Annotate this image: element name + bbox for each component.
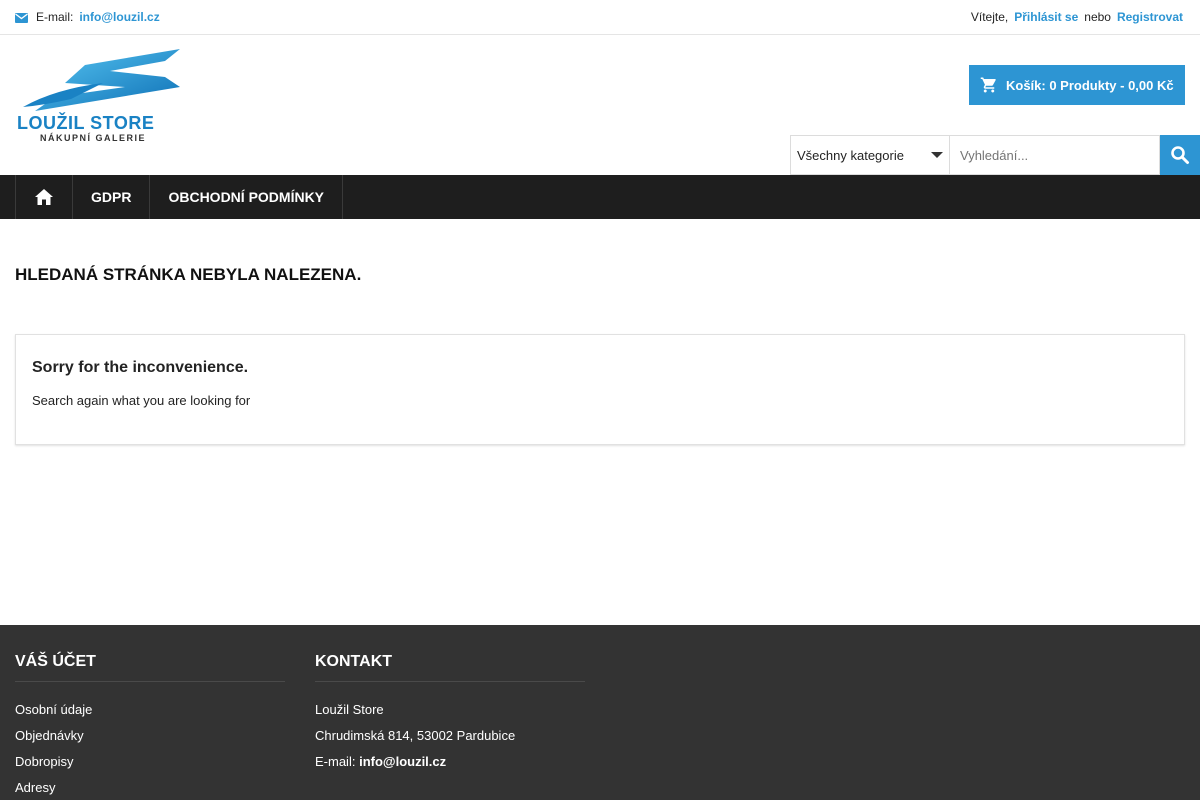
- footer-link-credit-slips[interactable]: Dobropisy: [15, 754, 285, 780]
- email-label: E-mail:: [36, 10, 74, 24]
- cart-icon: [980, 76, 998, 94]
- footer-address: Chrudimská 814, 53002 Pardubice: [315, 728, 516, 743]
- envelope-icon: [15, 12, 28, 23]
- register-link[interactable]: Registrovat: [1117, 10, 1183, 24]
- nav-home[interactable]: [15, 175, 73, 219]
- footer-account-title: VÁŠ ÚČET: [15, 653, 285, 682]
- logo-mark: [23, 49, 180, 111]
- page-title: HLEDANÁ STRÁNKA NEBYLA NALEZENA.: [15, 265, 362, 284]
- cart-button[interactable]: Košík: 0 Produkty - 0,00 Kč: [969, 65, 1185, 105]
- apology-heading: Sorry for the inconvenience.: [32, 359, 249, 376]
- main-nav: GDPR OBCHODNÍ PODMÍNKY: [0, 175, 1200, 219]
- footer-link-personal[interactable]: Osobní údaje: [15, 702, 285, 728]
- footer-account: VÁŠ ÚČET Osobní údaje Objednávky Dobropi…: [15, 653, 285, 800]
- category-select[interactable]: Všechny kategorie: [790, 135, 950, 175]
- top-bar: E-mail: info@louzil.cz Vítejte, Přihlási…: [0, 0, 1200, 35]
- footer-link-addresses[interactable]: Adresy: [15, 780, 285, 800]
- nav-item-terms[interactable]: OBCHODNÍ PODMÍNKY: [150, 175, 344, 219]
- footer-email-label: E-mail:: [315, 754, 356, 769]
- footer-email-row: E-mail: info@louzil.cz: [315, 754, 585, 780]
- search-icon: [1171, 146, 1189, 164]
- footer-store-name: Loužil Store: [315, 702, 384, 717]
- header: LOUŽIL STORE NÁKUPNÍ GALERIE Košík: 0 Pr…: [0, 35, 1200, 175]
- caret-down-icon: [931, 152, 943, 158]
- not-found-card: Sorry for the inconvenience. Search agai…: [15, 334, 1185, 445]
- welcome-text: Vítejte,: [970, 10, 1009, 24]
- login-link[interactable]: Přihlásit se: [1014, 10, 1078, 24]
- category-select-value: Všechny kategorie: [797, 147, 904, 163]
- footer-contact-title: KONTAKT: [315, 653, 585, 682]
- or-text: nebo: [1084, 10, 1111, 24]
- apology-text: Search again what you are looking for: [32, 393, 251, 408]
- logo-brand: LOUŽIL STORE: [17, 113, 155, 133]
- search-bar: Všechny kategorie: [790, 135, 1200, 175]
- cart-label: Košík: 0 Produkty - 0,00 Kč: [1006, 77, 1174, 93]
- store-logo[interactable]: LOUŽIL STORE NÁKUPNÍ GALERIE: [15, 47, 185, 147]
- search-input[interactable]: [950, 135, 1160, 175]
- home-icon: [35, 189, 53, 205]
- email-link[interactable]: info@louzil.cz: [79, 10, 159, 24]
- contact-email: E-mail: info@louzil.cz: [15, 10, 160, 24]
- footer-email-link[interactable]: info@louzil.cz: [359, 754, 446, 769]
- search-button[interactable]: [1160, 135, 1200, 175]
- logo-tagline: NÁKUPNÍ GALERIE: [40, 133, 147, 143]
- footer: VÁŠ ÚČET Osobní údaje Objednávky Dobropi…: [0, 625, 1200, 800]
- user-links: Vítejte, Přihlásit se nebo Registrovat: [971, 10, 1185, 24]
- nav-item-gdpr[interactable]: GDPR: [73, 175, 151, 219]
- footer-link-orders[interactable]: Objednávky: [15, 728, 285, 754]
- footer-contact: KONTAKT Loužil Store Chrudimská 814, 530…: [315, 653, 585, 780]
